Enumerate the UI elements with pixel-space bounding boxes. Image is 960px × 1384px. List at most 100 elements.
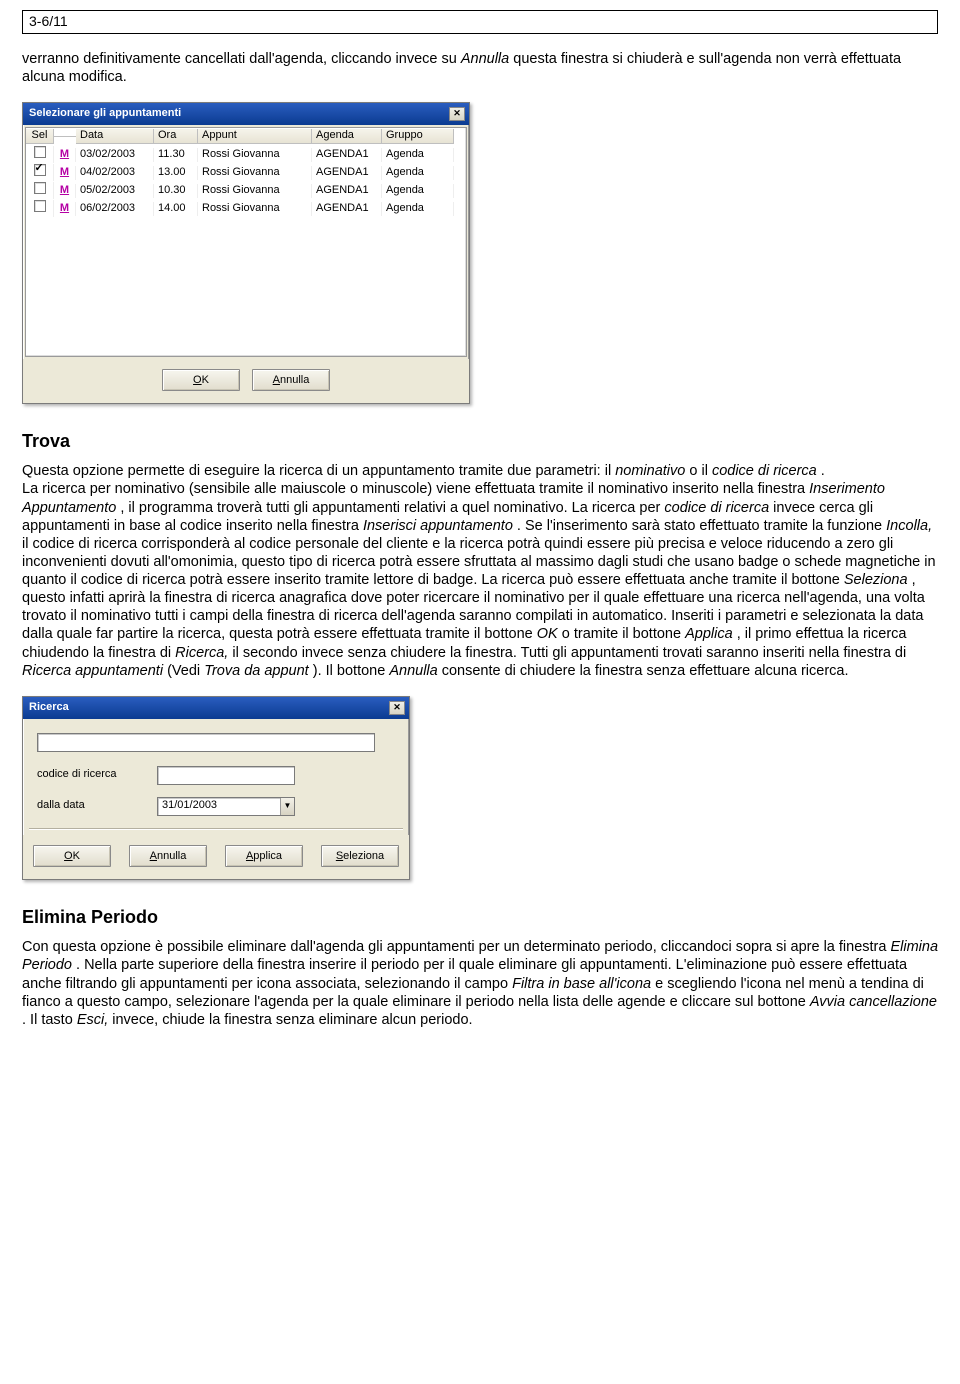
annulla-button[interactable]: Annulla xyxy=(129,845,207,867)
emphasis: Applica xyxy=(685,626,733,642)
dialog-footer: OK Annulla Applica Seleziona xyxy=(23,835,409,879)
elimina-paragraph: Con questa opzione è possibile eliminare… xyxy=(22,938,938,1029)
cell-data: 05/02/2003 xyxy=(76,184,154,198)
section-title-trova: Trova xyxy=(22,430,938,453)
text: verranno definitivamente cancellati dall… xyxy=(22,51,461,67)
cell-appunt: Rossi Giovanna xyxy=(198,202,312,216)
text: il secondo invece senza chiudere la fine… xyxy=(232,645,906,661)
dialog-ricerca: Ricerca ✕ codice di ricerca dalla data 3… xyxy=(22,696,410,880)
intro-paragraph: verranno definitivamente cancellati dall… xyxy=(22,50,938,86)
cell-ora: 10.30 xyxy=(154,184,198,198)
checkbox[interactable] xyxy=(34,164,46,176)
cell-agenda: AGENDA1 xyxy=(312,148,382,162)
text: il codice di ricerca corrisponderà al co… xyxy=(22,536,936,588)
text: (Vedi xyxy=(167,663,204,679)
table-row[interactable]: M 06/02/2003 14.00 Rossi Giovanna AGENDA… xyxy=(26,200,466,218)
m-icon[interactable]: M xyxy=(54,202,76,216)
dialog-body: codice di ricerca dalla data 31/01/2003 … xyxy=(23,733,409,835)
text: Trova xyxy=(22,431,70,451)
chevron-down-icon[interactable]: ▼ xyxy=(280,798,294,815)
applica-button[interactable]: Applica xyxy=(225,845,303,867)
cell-appunt: Rossi Giovanna xyxy=(198,166,312,180)
section-title-elimina: Elimina Periodo xyxy=(22,906,938,929)
text: . Il tasto xyxy=(22,1012,77,1028)
emphasis: Ricerca appuntamenti xyxy=(22,663,163,679)
checkbox[interactable] xyxy=(34,146,46,158)
cell-ora: 14.00 xyxy=(154,202,198,216)
table-row[interactable]: M 04/02/2003 13.00 Rossi Giovanna AGENDA… xyxy=(26,164,466,182)
ok-button[interactable]: OK xyxy=(33,845,111,867)
text: Con questa opzione è possibile eliminare… xyxy=(22,939,890,955)
col-data[interactable]: Data xyxy=(76,129,154,144)
emphasis: codice di ricerca xyxy=(664,500,769,516)
cell-agenda: AGENDA1 xyxy=(312,184,382,198)
cell-ora: 13.00 xyxy=(154,166,198,180)
trova-paragraph-1: Questa opzione permette di eseguire la r… xyxy=(22,462,938,680)
ok-button[interactable]: OK xyxy=(162,369,240,391)
m-icon[interactable]: M xyxy=(54,184,76,198)
col-agenda[interactable]: Agenda xyxy=(312,129,382,144)
close-icon[interactable]: ✕ xyxy=(389,701,405,715)
cell-data: 03/02/2003 xyxy=(76,148,154,162)
col-ora[interactable]: Ora xyxy=(154,129,198,144)
label-dalla-data: dalla data xyxy=(37,799,147,813)
dialog-selezionare: Selezionare gli appuntamenti ✕ Sel Data … xyxy=(22,102,470,404)
emphasis-annulla: Annulla xyxy=(461,51,509,67)
annulla-button[interactable]: Annulla xyxy=(252,369,330,391)
checkbox[interactable] xyxy=(34,200,46,212)
combo-value: 31/01/2003 xyxy=(158,798,280,815)
titlebar[interactable]: Ricerca ✕ xyxy=(23,697,409,719)
titlebar-text: Ricerca xyxy=(29,701,69,715)
table-row[interactable]: M 03/02/2003 11.30 Rossi Giovanna AGENDA… xyxy=(26,146,466,164)
dialog-footer: OK Annulla xyxy=(23,359,469,403)
text: invece, chiude la finestra senza elimina… xyxy=(112,1012,472,1028)
codice-input[interactable] xyxy=(157,766,295,785)
cell-ora: 11.30 xyxy=(154,148,198,162)
dialog-body: Sel Data Ora Appunt Agenda Gruppo M 03/0… xyxy=(25,127,467,357)
checkbox[interactable] xyxy=(34,182,46,194)
text: Questa opzione permette di eseguire la r… xyxy=(22,463,615,479)
emphasis: Seleziona xyxy=(844,572,908,588)
text: ). Il bottone xyxy=(313,663,390,679)
cell-appunt: Rossi Giovanna xyxy=(198,148,312,162)
cell-data: 04/02/2003 xyxy=(76,166,154,180)
cell-data: 06/02/2003 xyxy=(76,202,154,216)
col-gruppo[interactable]: Gruppo xyxy=(382,129,454,144)
separator xyxy=(29,828,403,829)
cell-gruppo: Agenda xyxy=(382,202,454,216)
cell-appunt: Rossi Giovanna xyxy=(198,184,312,198)
cell-gruppo: Agenda xyxy=(382,148,454,162)
page-header: 3-6/11 xyxy=(22,10,938,34)
close-icon[interactable]: ✕ xyxy=(449,107,465,121)
text: Elimina Periodo xyxy=(22,907,158,927)
emphasis: Ricerca, xyxy=(175,645,228,661)
m-icon[interactable]: M xyxy=(54,148,76,162)
text: o il xyxy=(689,463,712,479)
cell-gruppo: Agenda xyxy=(382,166,454,180)
table-row[interactable]: M 05/02/2003 10.30 Rossi Giovanna AGENDA… xyxy=(26,182,466,200)
page-number: 3-6/11 xyxy=(29,13,68,29)
cell-agenda: AGENDA1 xyxy=(312,202,382,216)
seleziona-button[interactable]: Seleziona xyxy=(321,845,399,867)
emphasis: codice di ricerca xyxy=(712,463,817,479)
label-codice: codice di ricerca xyxy=(37,768,147,782)
emphasis: Incolla, xyxy=(886,518,932,534)
row-codice: codice di ricerca xyxy=(23,760,409,791)
m-icon[interactable]: M xyxy=(54,166,76,180)
text: , il programma troverà tutti gli appunta… xyxy=(120,500,664,516)
grid-blank-area xyxy=(26,218,466,356)
grid-header: Sel Data Ora Appunt Agenda Gruppo xyxy=(26,128,466,146)
dalla-data-combo[interactable]: 31/01/2003 ▼ xyxy=(157,797,295,816)
text: . Se l'inserimento sarà stato effettuato… xyxy=(517,518,886,534)
text: consente di chiudere la finestra senza e… xyxy=(442,663,849,679)
nominativo-input[interactable] xyxy=(37,733,375,752)
titlebar-text: Selezionare gli appuntamenti xyxy=(29,107,181,121)
emphasis: Esci, xyxy=(77,1012,108,1028)
titlebar[interactable]: Selezionare gli appuntamenti ✕ xyxy=(23,103,469,125)
cell-agenda: AGENDA1 xyxy=(312,166,382,180)
emphasis: OK xyxy=(537,626,558,642)
text: La ricerca per nominativo (sensibile all… xyxy=(22,481,809,497)
col-sel[interactable]: Sel xyxy=(26,129,54,144)
appointments-grid: Sel Data Ora Appunt Agenda Gruppo M 03/0… xyxy=(26,128,466,356)
col-appunt[interactable]: Appunt xyxy=(198,129,312,144)
